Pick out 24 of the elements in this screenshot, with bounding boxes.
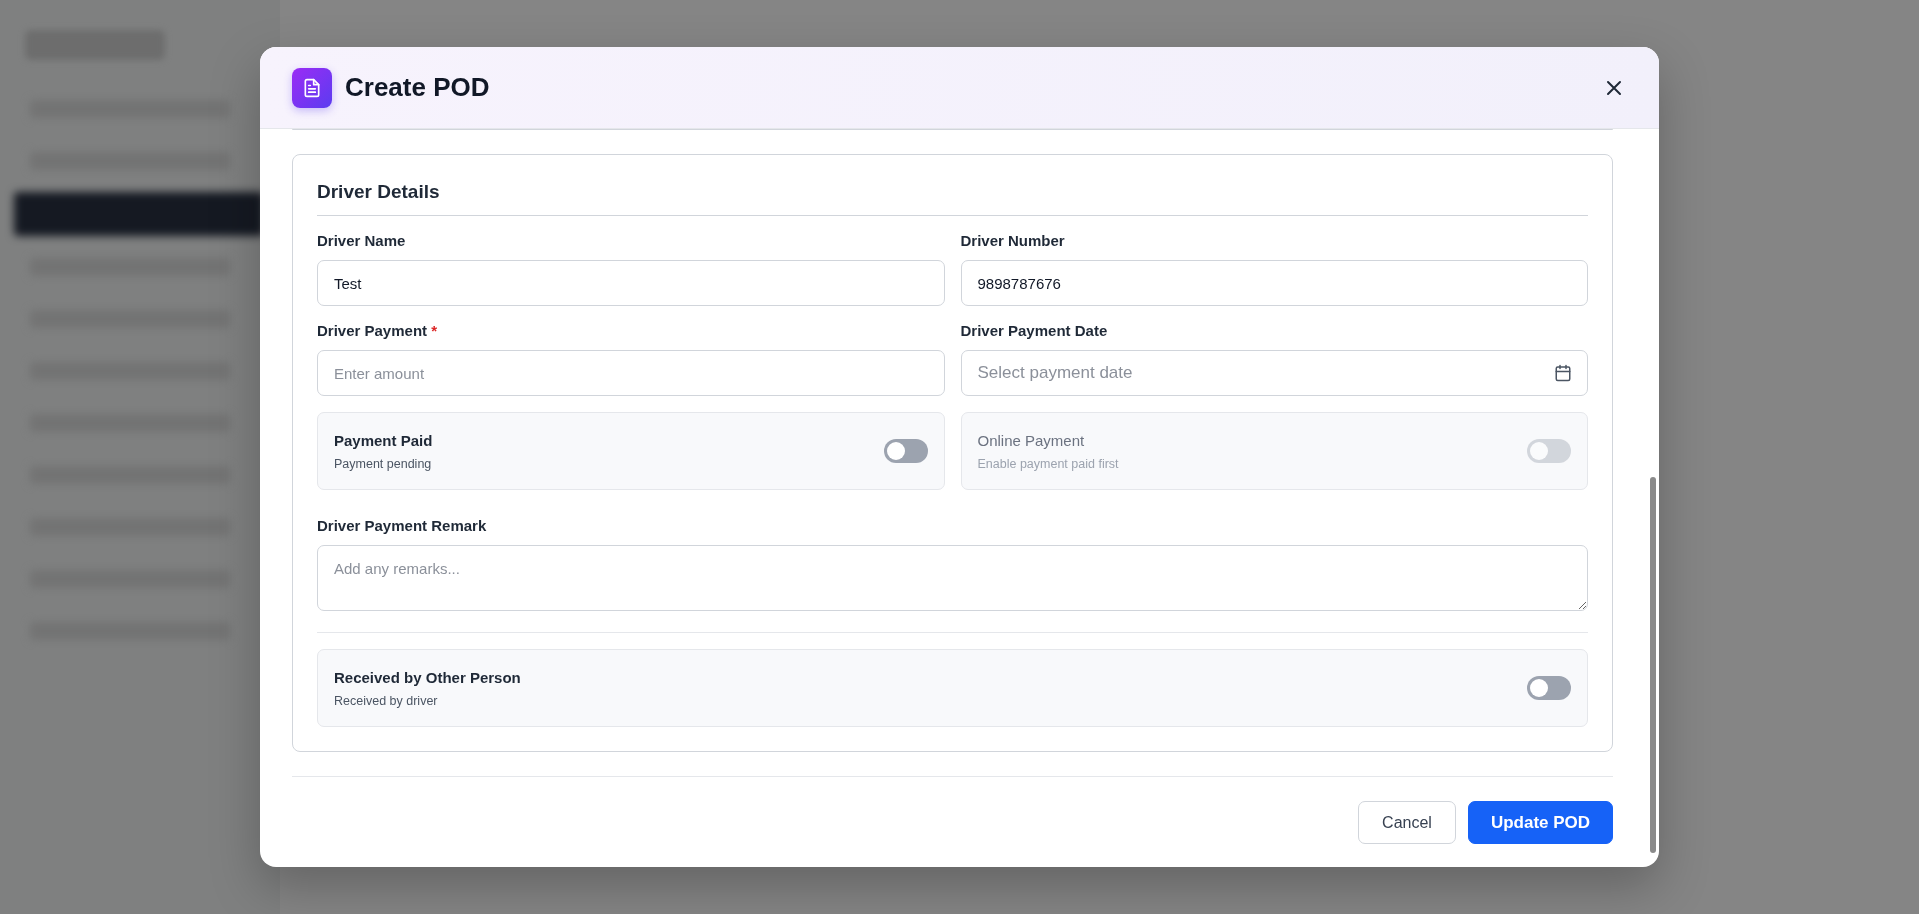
- cancel-button[interactable]: Cancel: [1358, 801, 1456, 844]
- document-icon: [292, 67, 332, 108]
- field-label: Driver Payment *: [317, 322, 439, 339]
- field-label: Driver Name: [317, 232, 407, 249]
- toggle-subtitle: Received by driver: [334, 693, 439, 708]
- update-button[interactable]: Update POD: [1468, 801, 1613, 844]
- section-title: Driver Details: [317, 181, 1588, 216]
- calendar-icon: [1554, 364, 1572, 382]
- input-field[interactable]: Enter amount: [317, 350, 945, 396]
- toggle-switch[interactable]: [883, 439, 928, 463]
- field-label: Driver Payment Remark: [317, 517, 488, 534]
- field-label: Driver Payment Date: [960, 322, 1109, 339]
- toggle-switch[interactable]: [1527, 676, 1571, 700]
- date-field[interactable]: Select payment date: [960, 350, 1588, 396]
- toggle-title: Payment Paid: [334, 431, 433, 449]
- toggle-subtitle: Payment pending: [334, 456, 433, 471]
- input-field[interactable]: 9898787676: [960, 260, 1588, 306]
- modal-title: Create POD: [345, 72, 490, 103]
- field-label: Driver Number: [960, 232, 1066, 249]
- toggle-subtitle: Enable payment paid first: [977, 456, 1119, 471]
- input-field[interactable]: Test: [317, 260, 945, 306]
- toggle-title: Received by Other Person: [334, 668, 521, 686]
- remark-textarea[interactable]: Add any remarks...: [317, 545, 1588, 611]
- toggle-title: Online Payment: [977, 431, 1086, 449]
